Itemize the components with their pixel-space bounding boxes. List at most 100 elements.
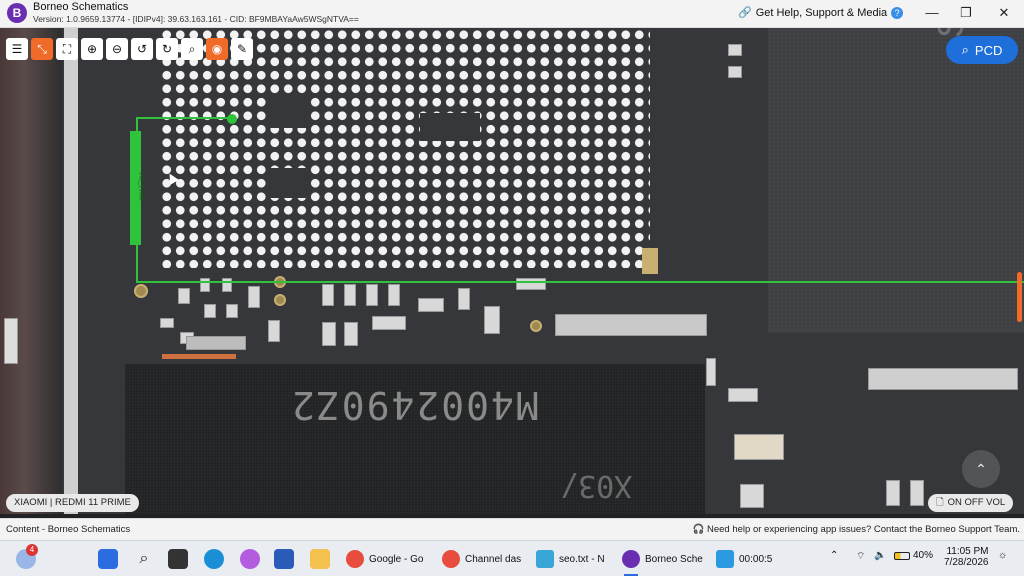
status-left: Content - Borneo Schematics (6, 524, 131, 535)
smd-component[interactable] (516, 278, 546, 290)
memory-chip[interactable] (768, 28, 1024, 333)
smd-component[interactable] (248, 286, 260, 308)
taskbar-app-notepad[interactable]: seo.txt - N (536, 547, 605, 571)
close-button[interactable]: ✕ (994, 4, 1014, 22)
smd-component[interactable] (226, 304, 238, 318)
smd-component[interactable] (886, 480, 900, 506)
rotate-left-icon[interactable]: ↺ (131, 38, 153, 60)
wifi-icon[interactable]: ⌔ (856, 550, 865, 563)
smd-component[interactable] (178, 288, 190, 304)
link-icon: 🔗 (738, 7, 752, 19)
bga-gap (420, 113, 480, 141)
edge-browser-icon[interactable] (204, 549, 224, 569)
smd-component[interactable] (344, 284, 356, 306)
search-icon[interactable]: ⌕ (181, 38, 203, 60)
net-trace (136, 117, 232, 119)
smd-component[interactable] (728, 388, 758, 402)
list-icon[interactable]: ☰ (6, 38, 28, 60)
gold-bracket (642, 248, 658, 274)
version-line: Version: 1.0.9659.13774 - [IDIPv4]: 39.6… (33, 14, 359, 24)
support-message-text: Need help or experiencing app issues? Co… (707, 524, 1020, 535)
smd-component[interactable] (484, 306, 500, 334)
board-edge (0, 28, 62, 514)
fit-screen-icon[interactable]: ⛶ (56, 38, 78, 60)
minimize-button[interactable]: — (922, 4, 942, 22)
zoom-in-icon[interactable]: ⊕ (81, 38, 103, 60)
smd-component[interactable] (910, 480, 924, 506)
recorder-icon (716, 550, 734, 568)
clock-time: 11:05 PM (946, 546, 989, 557)
volume-icon[interactable]: 🔈 (874, 550, 886, 561)
smd-component[interactable] (322, 284, 334, 306)
taskbar-app-chrome-2[interactable]: Channel das (442, 547, 521, 571)
edge-component[interactable] (4, 318, 18, 364)
file-explorer-icon[interactable] (310, 549, 330, 569)
search-icon[interactable]: ⌕ (134, 549, 154, 569)
notifications-icon[interactable]: ☼ (998, 550, 1007, 561)
net-name-badge[interactable]: 🗋 ON OFF VOL (928, 494, 1014, 512)
storage-chip-marking-2: X03/ (560, 468, 633, 503)
support-message[interactable]: 🎧 Need help or experiencing app issues? … (693, 524, 1020, 535)
windows-start-icon[interactable] (98, 549, 118, 569)
smd-component[interactable] (706, 358, 716, 386)
smd-component[interactable] (388, 284, 400, 306)
draw-icon[interactable]: ✎ (231, 38, 253, 60)
title-bar: B Borneo Schematics Version: 1.0.9659.13… (0, 0, 1024, 28)
chrome-icon (442, 550, 460, 568)
smd-component[interactable] (204, 304, 216, 318)
board-connector-strip (64, 28, 78, 514)
smd-component[interactable] (366, 284, 378, 306)
smd-component[interactable] (372, 316, 406, 330)
capacitor[interactable] (734, 434, 784, 460)
net-label: VIO_1V8M (137, 171, 144, 201)
vertical-scrollbar[interactable] (1017, 272, 1022, 322)
taskbar-app-label: seo.txt - N (559, 553, 605, 565)
shield-bracket[interactable] (868, 368, 1018, 390)
collapse-icon[interactable]: ⤡ (31, 38, 53, 60)
rotate-right-icon[interactable]: ↻ (156, 38, 178, 60)
copilot-icon[interactable] (240, 549, 260, 569)
smd-component[interactable] (344, 322, 358, 346)
pcd-button[interactable]: ⌕ PCD (946, 36, 1018, 64)
store-icon[interactable] (274, 549, 294, 569)
test-pad[interactable] (134, 284, 148, 298)
viewer-toolbar: ☰ ⤡ ⛶ ⊕ ⊖ ↺ ↻ ⌕ ◉ ✎ (6, 38, 253, 60)
battery-indicator[interactable]: 40% (894, 550, 933, 561)
taskbar-app-borneo[interactable]: Borneo Sche (622, 547, 703, 571)
smd-component[interactable] (268, 320, 280, 342)
net-endpoint[interactable] (227, 114, 237, 124)
shield-bracket[interactable] (555, 314, 707, 336)
smd-component[interactable] (186, 336, 246, 350)
notepad-icon (536, 550, 554, 568)
net-name-label: ON OFF VOL (947, 497, 1006, 508)
taskbar-app-chrome-1[interactable]: Google - Go (346, 547, 423, 571)
orange-trace (162, 354, 236, 359)
taskbar-app-recorder[interactable]: 00:00:5 (716, 547, 772, 571)
search-icon: ⌕ (961, 42, 969, 57)
zoom-out-icon[interactable]: ⊖ (106, 38, 128, 60)
smd-component[interactable] (728, 44, 742, 56)
restore-button[interactable]: ❐ (956, 4, 976, 22)
scroll-up-button[interactable]: ⌃ (962, 450, 1000, 488)
taskbar-app-label: Google - Go (369, 553, 424, 565)
help-link-label: Get Help, Support & Media (755, 6, 888, 19)
smd-component[interactable] (160, 318, 174, 328)
smd-component[interactable] (418, 298, 444, 312)
bga-ball-grid[interactable] (160, 28, 650, 268)
help-question-icon: ? (891, 6, 904, 19)
mouse-icon[interactable]: ◉ (206, 38, 228, 60)
clock[interactable]: 11:05 PM 7/28/2026 (944, 546, 989, 568)
battery-icon (894, 551, 910, 560)
smd-component[interactable] (458, 288, 470, 310)
smd-component[interactable] (728, 66, 742, 78)
status-bar: Content - Borneo Schematics 🎧 Need help … (0, 518, 1024, 540)
test-pad[interactable] (530, 320, 542, 332)
help-link[interactable]: 🔗 Get Help, Support & Media ? (738, 6, 904, 19)
smd-component[interactable] (322, 322, 336, 346)
test-pad[interactable] (274, 294, 286, 306)
board-viewer[interactable]: SK H M4002490Z2 X03/ VIO_1V8M (0, 28, 1024, 514)
app-logo-icon: B (7, 3, 27, 23)
chevron-up-icon[interactable]: ⌃ (830, 550, 838, 561)
task-view-icon[interactable] (168, 549, 188, 569)
smd-component[interactable] (740, 484, 764, 508)
